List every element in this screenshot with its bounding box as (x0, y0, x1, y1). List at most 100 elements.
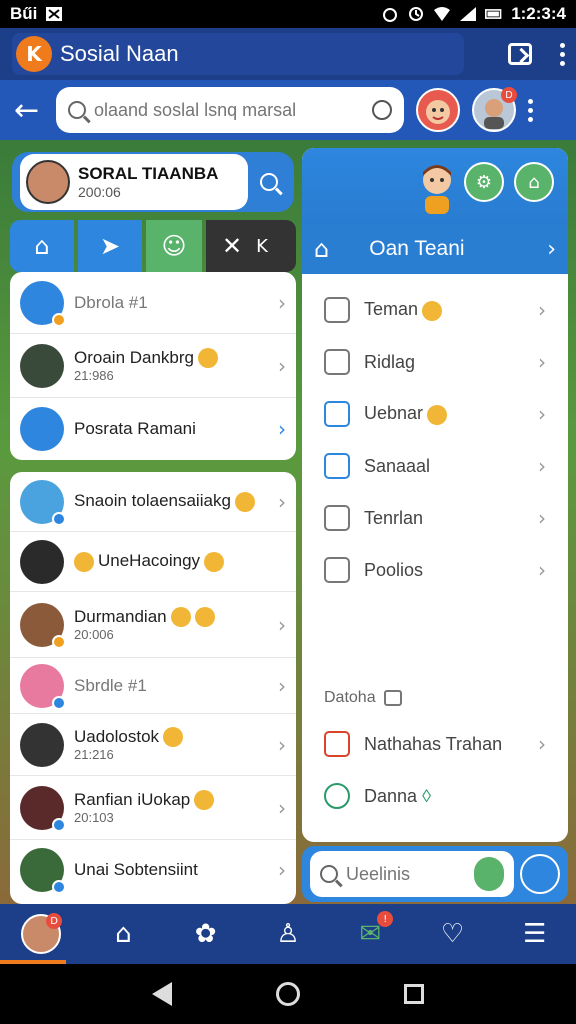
side-menu-nav[interactable]: ⌂ Oan Teani › (302, 224, 568, 274)
smiley-emoji-icon (74, 551, 94, 572)
puzzle-icon: ✿ (194, 919, 217, 949)
conversation-list-1: Dbrola #1 › Oroain Dankbrg 21:986 › Posr… (10, 272, 296, 460)
avatar (20, 479, 66, 526)
side-menu-panel: ⚙ ⌂ ⌂ Oan Teani › Teman › Ridlag › Uebna… (302, 148, 568, 842)
app-title-bar: K Sosial Naan (12, 33, 464, 75)
menu-item-teman[interactable]: Teman › (302, 284, 568, 336)
avatar (20, 539, 64, 584)
bottom-search-box[interactable] (310, 851, 514, 897)
avatar (20, 848, 66, 894)
menu-item-danna[interactable]: Danna ◊ (302, 770, 568, 822)
list-item[interactable]: UneHacoingy (10, 532, 296, 592)
list-item[interactable]: Unai Sobtensiint › (10, 840, 296, 900)
settings-button[interactable]: ⚙ (464, 162, 504, 202)
tab-home[interactable]: ⌂ (10, 220, 74, 272)
list-item[interactable]: Snaoin tolaensaiiakg › (10, 472, 296, 532)
menu-item-sanaaal[interactable]: Sanaaal › (302, 440, 568, 492)
profile-search-button[interactable] (252, 165, 286, 199)
menu-item-nathahas[interactable]: Nathahas Trahan › (302, 718, 568, 770)
list-item-title: Durmandian (74, 607, 268, 628)
overflow-menu-icon[interactable] (560, 42, 565, 66)
friends-icon: ☺ (161, 232, 187, 260)
list-item[interactable]: Ranfian iUokap 20:103 › (10, 776, 296, 840)
smiley-emoji-icon (194, 790, 215, 811)
chevron-right-icon: › (538, 732, 546, 756)
smiley-emoji-icon (194, 607, 215, 628)
nav-home[interactable]: ⌂ (98, 909, 148, 959)
vibrate-icon (409, 7, 424, 21)
avatar (20, 343, 64, 388)
send-button[interactable] (520, 854, 560, 894)
search-input[interactable] (94, 99, 354, 121)
nav-groups[interactable]: ✿ (181, 909, 231, 959)
menu-item-poolios[interactable]: Poolios › (302, 544, 568, 596)
list-item[interactable]: Posrata Ramani › (10, 398, 296, 460)
list-item-title: UneHacoingy (74, 551, 276, 572)
smiley-emoji-icon (163, 727, 184, 748)
home-icon: ⌂ (34, 232, 50, 260)
tab-close[interactable]: ✕ K (206, 220, 296, 272)
menu-item-ridlag[interactable]: Ridlag › (302, 336, 568, 388)
app-title: Sosial Naan (60, 41, 179, 66)
profile-card[interactable]: SORAL TIAANBA 200:06 (12, 152, 294, 212)
chevron-right-icon: › (538, 454, 546, 478)
system-recents-icon[interactable] (404, 984, 424, 1004)
shop-button[interactable]: ⌂ (514, 162, 554, 202)
edit-icon (324, 349, 350, 375)
list-item-title: Dbrola #1 (74, 292, 148, 312)
menu-item-tenrlan[interactable]: Tenrlan › (302, 492, 568, 544)
photo-icon (324, 453, 350, 479)
tab-friends[interactable]: ☺ (146, 220, 202, 272)
nav-mail[interactable]: ✉! (345, 909, 395, 959)
chevron-right-icon: › (278, 290, 286, 315)
calendar-icon (324, 731, 350, 757)
avatar (26, 160, 70, 204)
list-item-title: Snaoin tolaensaiiakg (74, 491, 268, 512)
nav-friends[interactable]: ♙ (263, 909, 313, 959)
status-time: 1:2:3:4 (511, 4, 566, 23)
list-item[interactable]: Sbrdle #1 › (10, 658, 296, 714)
tab-share[interactable]: ➤ (78, 220, 142, 272)
smiley-emoji-icon (234, 491, 255, 512)
voice-search-icon[interactable] (372, 100, 392, 120)
home-icon: ⌂ (115, 919, 132, 949)
nav-favorites[interactable]: ♡ (428, 909, 478, 959)
chevron-right-icon: › (278, 858, 286, 882)
list-item[interactable]: Dbrola #1 › (10, 272, 296, 334)
nav-profile[interactable]: D (16, 909, 66, 959)
system-back-icon[interactable] (152, 982, 172, 1006)
back-arrow-icon[interactable]: ← (14, 93, 44, 128)
list-item[interactable]: Durmandian 20:006 › (10, 592, 296, 658)
bottom-search-bar (302, 846, 568, 902)
home-icon: ⌂ (314, 235, 330, 263)
list-item-subtitle: 20:103 (74, 810, 114, 826)
list-item[interactable]: Uadolostok 21:216 › (10, 714, 296, 776)
app-logo[interactable]: K (16, 36, 52, 72)
profile-subtitle: 200:06 (78, 184, 121, 200)
heart-icon: ♡ (440, 919, 465, 949)
search-row: ← D (0, 80, 576, 140)
list-item-subtitle: 20:006 (74, 627, 114, 643)
more-options-icon[interactable] (528, 98, 533, 122)
menu-item-uebnar[interactable]: Uebnar › (302, 388, 568, 440)
location-icon: ◊ (422, 785, 431, 806)
search-icon (68, 101, 86, 119)
avatar-user-2[interactable]: D (472, 87, 517, 132)
conversation-list-2: Snaoin tolaensaiiakg › UneHacoingy Durma… (10, 472, 296, 904)
nav-menu[interactable]: ☰ (510, 909, 560, 959)
menu-icon: ☰ (523, 919, 547, 949)
list-item-title: Uadolostok (74, 727, 268, 748)
search-box[interactable] (56, 87, 404, 133)
system-home-icon[interactable] (276, 982, 300, 1006)
chat-icon[interactable] (508, 43, 532, 65)
profile-info: SORAL TIAANBA 200:06 (20, 154, 248, 210)
refresh-button[interactable] (474, 857, 504, 891)
list-item-title: Posrata Ramani (74, 419, 196, 438)
list-item[interactable]: Oroain Dankbrg 21:986 › (10, 334, 296, 398)
list-icon (324, 505, 350, 531)
chevron-right-icon: › (278, 795, 286, 820)
chevron-right-icon: › (278, 489, 286, 514)
gear-icon: ⚙ (475, 171, 493, 193)
avatar-user-1[interactable] (416, 88, 460, 132)
bottom-search-input[interactable] (346, 863, 466, 885)
